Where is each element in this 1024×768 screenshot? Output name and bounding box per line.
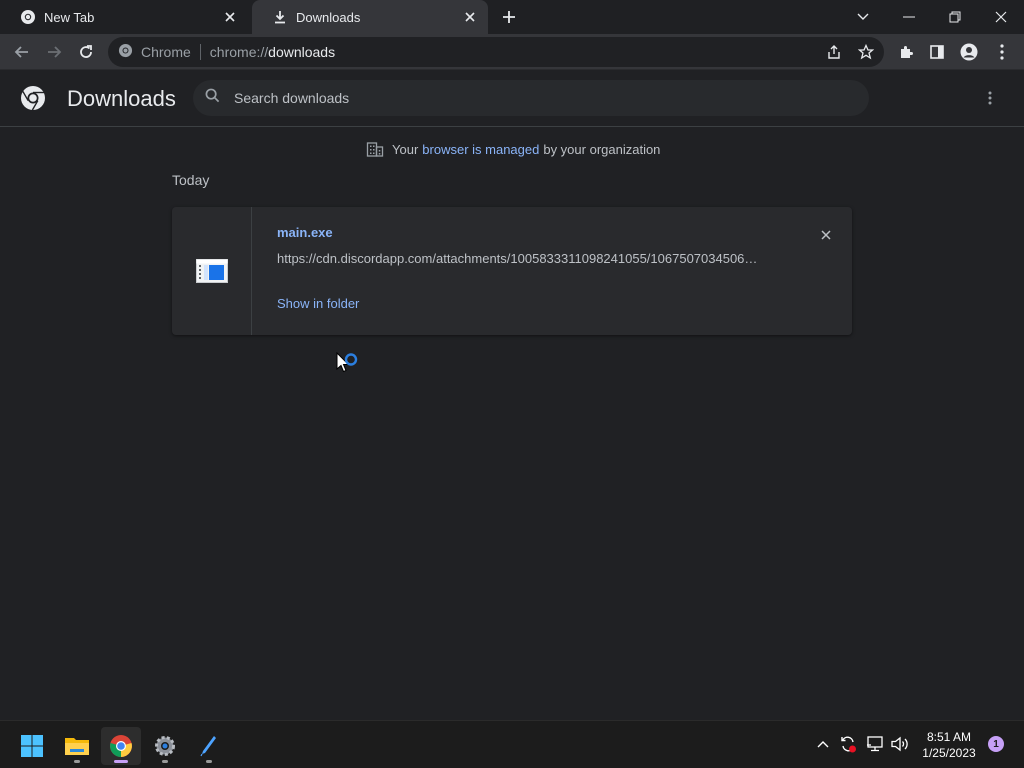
start-icon <box>21 735 43 757</box>
managed-suffix: by your organization <box>543 141 661 157</box>
restore-icon <box>949 11 961 23</box>
new-tab-button[interactable] <box>498 6 520 28</box>
download-item: main.exe https://cdn.discordapp.com/atta… <box>172 207 852 335</box>
address-bar[interactable]: Chrome chrome:// downloads <box>108 37 884 67</box>
file-explorer-icon <box>65 738 89 755</box>
file-name-link[interactable]: main.exe <box>277 225 333 240</box>
chrome-menu-button[interactable] <box>988 39 1016 65</box>
taskbar-pen-app[interactable] <box>189 727 229 765</box>
managed-prefix: Your <box>392 141 419 157</box>
tab-downloads[interactable]: Downloads <box>252 0 488 34</box>
taskbar-file-explorer[interactable] <box>57 727 97 765</box>
network-icon[interactable] <box>864 733 886 755</box>
running-indicator <box>162 760 168 763</box>
sync-status-icon[interactable] <box>837 733 859 755</box>
chrome-icon <box>110 735 132 757</box>
section-date: Today <box>172 172 210 188</box>
pen-app-icon <box>200 736 216 757</box>
close-window-button[interactable] <box>978 0 1024 34</box>
omnibox-chip: Chrome <box>141 44 191 60</box>
puzzle-icon <box>901 46 913 58</box>
close-icon <box>821 230 831 240</box>
settings-icon <box>155 736 175 756</box>
file-icon-column <box>172 207 252 335</box>
forward-button[interactable] <box>40 39 68 65</box>
reload-button[interactable] <box>72 39 100 65</box>
search-input[interactable] <box>234 90 834 106</box>
file-source-url[interactable]: https://cdn.discordapp.com/attachments/1… <box>277 251 773 266</box>
close-tab-icon[interactable] <box>462 9 478 25</box>
chrome-logo-icon <box>20 85 46 111</box>
downloads-header: Downloads <box>0 70 1024 127</box>
exe-file-icon <box>195 259 228 283</box>
browser-toolbar: Chrome chrome:// downloads <box>0 34 1024 70</box>
building-icon <box>366 140 384 158</box>
show-in-folder-link[interactable]: Show in folder <box>277 296 359 311</box>
restore-button[interactable] <box>932 0 978 34</box>
taskbar-clock[interactable]: 8:51 AM 1/25/2023 <box>916 729 982 761</box>
tab-search-button[interactable] <box>840 0 886 34</box>
url-scheme: chrome:// <box>209 44 269 60</box>
taskbar-chrome[interactable] <box>101 727 141 765</box>
arrow-right-icon <box>48 46 62 58</box>
browser-managed-link[interactable]: browser is managed <box>422 142 539 157</box>
close-icon <box>995 11 1007 23</box>
reload-icon <box>80 45 92 58</box>
more-vert-icon <box>988 91 992 105</box>
tab-title: Downloads <box>296 9 361 25</box>
side-panel-icon <box>930 45 944 59</box>
chevron-down-icon <box>857 13 869 20</box>
search-icon <box>205 88 220 108</box>
active-indicator <box>114 760 128 763</box>
minimize-button[interactable] <box>886 0 932 34</box>
busy-cursor-icon <box>336 351 362 380</box>
taskbar: 8:51 AM 1/25/2023 1 <box>0 720 1024 768</box>
chrome-icon <box>20 9 36 25</box>
start-button[interactable] <box>12 727 52 765</box>
clock-date: 1/25/2023 <box>922 746 976 760</box>
omnibox-separator <box>199 44 201 60</box>
tab-title: New Tab <box>44 9 95 25</box>
bookmark-star-icon[interactable] <box>854 41 878 63</box>
profile-icon <box>960 43 978 61</box>
download-icon <box>272 9 288 25</box>
search-downloads-box[interactable] <box>193 80 869 116</box>
plus-icon <box>503 11 515 23</box>
running-indicator <box>74 760 80 763</box>
extensions-button[interactable] <box>892 39 920 65</box>
share-icon[interactable] <box>822 41 846 63</box>
chevron-up-icon <box>817 741 829 748</box>
back-button[interactable] <box>8 39 36 65</box>
notification-badge[interactable]: 1 <box>988 736 1004 752</box>
minimize-icon <box>903 16 915 18</box>
remove-download-button[interactable] <box>816 225 836 245</box>
taskbar-settings[interactable] <box>145 727 185 765</box>
running-indicator <box>206 760 212 763</box>
more-vert-icon <box>1000 44 1004 60</box>
chrome-icon <box>118 43 133 61</box>
tab-strip: New Tab Downloads <box>0 0 1024 34</box>
show-hidden-icons-button[interactable] <box>812 733 834 755</box>
close-tab-icon[interactable] <box>222 9 238 25</box>
tab-new-tab[interactable]: New Tab <box>0 0 248 34</box>
side-panel-button[interactable] <box>923 39 951 65</box>
profile-button[interactable] <box>955 39 983 65</box>
clock-time: 8:51 AM <box>926 730 972 744</box>
downloads-menu-button[interactable] <box>978 86 1002 110</box>
page-title: Downloads <box>67 86 176 111</box>
volume-icon[interactable] <box>889 733 911 755</box>
arrow-left-icon <box>14 46 28 58</box>
url-host: downloads <box>268 44 336 60</box>
managed-notice: Your browser is managed by your organiza… <box>366 139 660 159</box>
